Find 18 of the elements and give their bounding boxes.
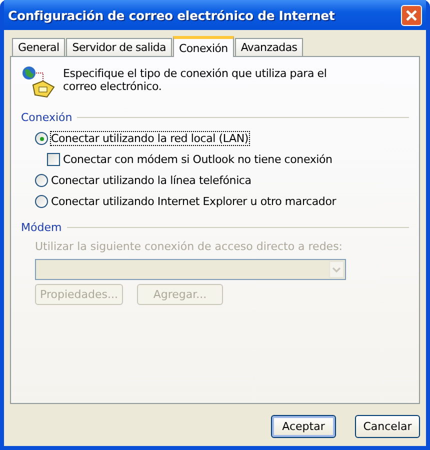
radio-option[interactable]: Conectar utilizando la red local (LAN) bbox=[35, 132, 248, 145]
description-text: Especifique el tipo de conexión que utiliza para el correo electrónico. bbox=[63, 66, 328, 93]
field-label: Utilizar la siguiente conexión de acceso directo a redes: bbox=[35, 240, 344, 253]
dialog-button[interactable]: Cancelar bbox=[355, 415, 420, 438]
tab[interactable]: General bbox=[12, 38, 66, 56]
close-button[interactable] bbox=[401, 4, 422, 26]
dialog-button[interactable]: Aceptar bbox=[271, 415, 336, 438]
radio-option[interactable]: Conectar utilizando Internet Explorer u otro marcador bbox=[35, 195, 336, 208]
tab[interactable]: Conexión bbox=[173, 36, 234, 57]
checkbox-option[interactable]: Conectar con módem si Outlook no tiene conexión bbox=[47, 153, 332, 166]
close-icon bbox=[405, 8, 418, 22]
tab[interactable]: Avanzadas bbox=[234, 38, 304, 56]
tab[interactable]: Servidor de salida bbox=[66, 38, 172, 56]
group-title: Conexión bbox=[21, 111, 72, 124]
window-title: Configuración de correo electrónico de Internet bbox=[8, 8, 335, 22]
radio-option[interactable]: Conectar utilizando la línea telefónica bbox=[35, 174, 252, 187]
connection-dropdown[interactable] bbox=[35, 259, 346, 280]
group-title: Módem bbox=[21, 221, 62, 234]
